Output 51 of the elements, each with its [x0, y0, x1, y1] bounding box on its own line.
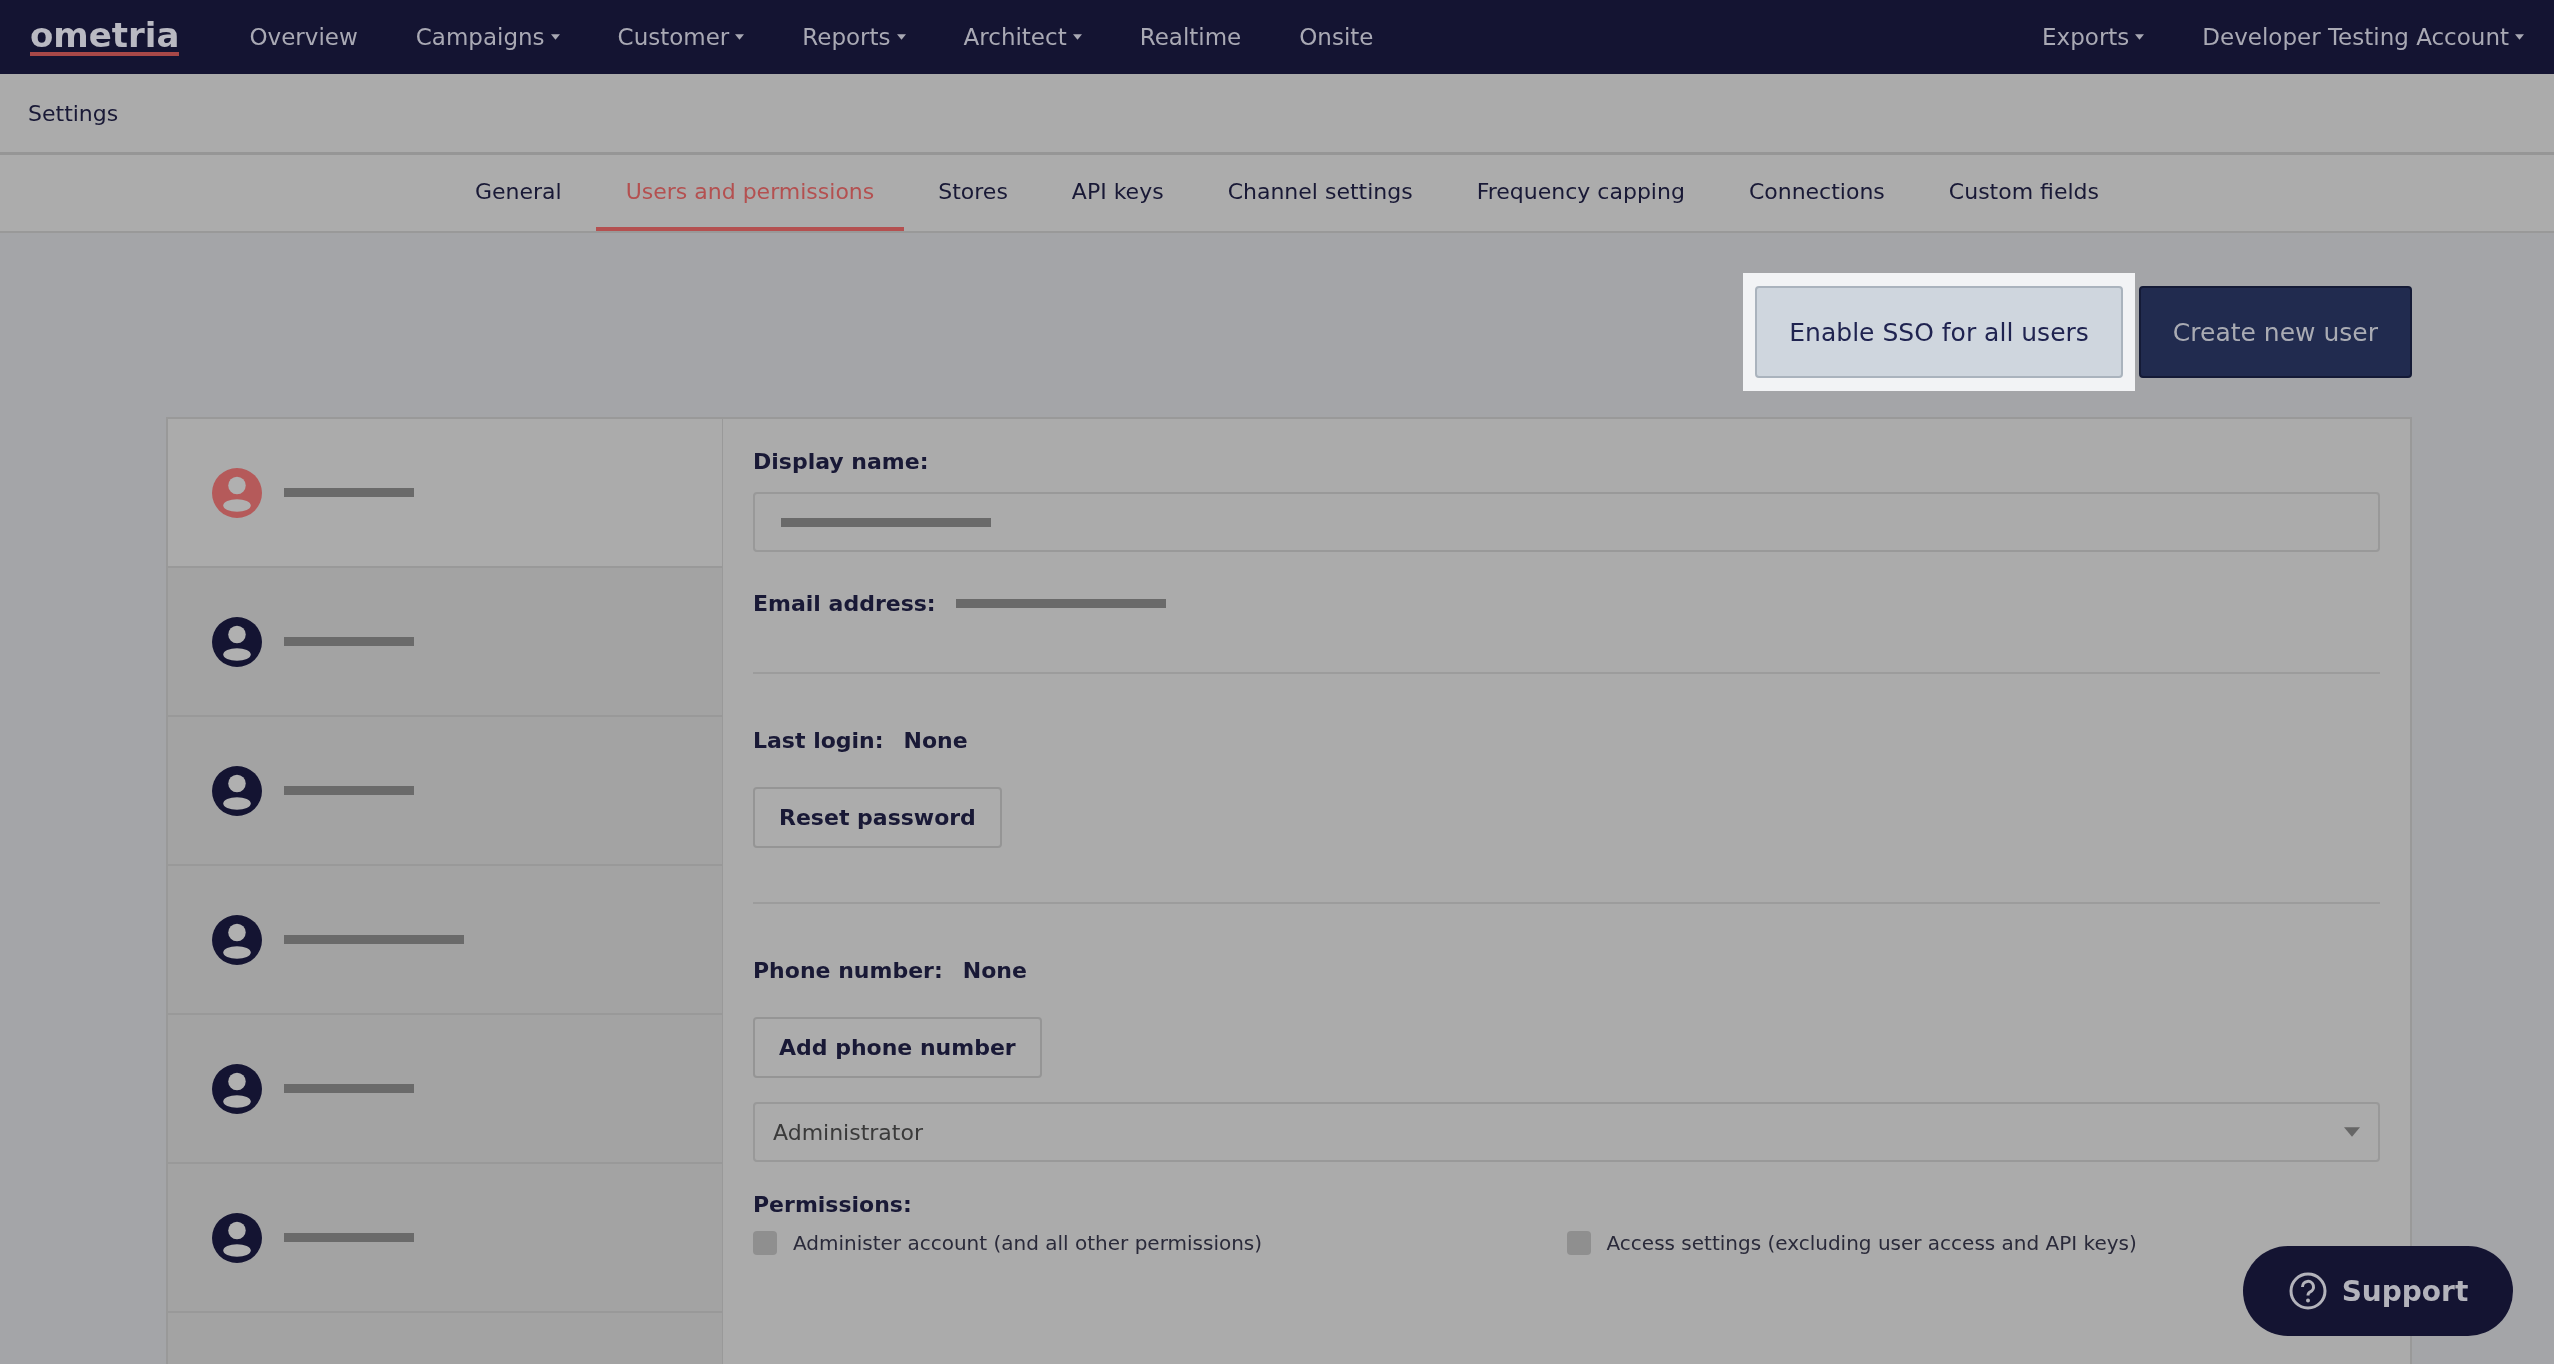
- field-label: Phone number:: [753, 958, 943, 983]
- caret-icon: [2135, 34, 2145, 40]
- nav-menu-item[interactable]: Realtime: [1139, 24, 1242, 50]
- nav-menu-item[interactable]: Architect: [963, 24, 1082, 50]
- role-dropdown[interactable]: Administrator: [753, 1102, 2380, 1162]
- settings-tab[interactable]: Connections: [1718, 155, 1915, 231]
- nav-menu-item[interactable]: Campaigns: [415, 24, 560, 50]
- caret-icon: [735, 34, 745, 40]
- nav-menu-item[interactable]: Onsite: [1299, 24, 1374, 50]
- nav-menu-item[interactable]: Developer Testing Account: [2202, 24, 2524, 50]
- caret-icon: [896, 34, 906, 40]
- enable-sso-button[interactable]: Enable SSO for all users: [1755, 286, 2123, 378]
- caret-icon: [2515, 34, 2524, 40]
- nav-menu-item[interactable]: Overview: [249, 24, 358, 50]
- phone-value: None: [962, 958, 1027, 983]
- permission-label: Access settings (excluding user access and API keys): [1606, 1231, 2137, 1255]
- user-avatar-icon: [212, 765, 262, 816]
- user-list-item[interactable]: [168, 419, 722, 568]
- user-avatar-icon: [212, 1212, 262, 1263]
- last-login-value: None: [903, 728, 968, 753]
- settings-tab[interactable]: General: [444, 155, 592, 231]
- field-label: Permissions:: [753, 1192, 912, 1217]
- settings-tab[interactable]: Frequency capping: [1446, 155, 1715, 231]
- create-user-button[interactable]: Create new user: [2138, 286, 2412, 378]
- permission-label: Administer account (and all other permissions): [793, 1231, 1263, 1255]
- user-avatar-icon: [212, 467, 262, 518]
- settings-tab[interactable]: Channel settings: [1197, 155, 1443, 231]
- help-icon: [2287, 1271, 2328, 1311]
- checkbox[interactable]: [1566, 1231, 1591, 1255]
- caret-icon: [1072, 34, 1082, 40]
- user-avatar-icon: [212, 616, 262, 667]
- display-name-field[interactable]: [753, 492, 2380, 552]
- field-label: Last login:: [753, 728, 884, 753]
- checkbox[interactable]: [753, 1231, 777, 1255]
- reset-password-button[interactable]: Reset password: [753, 787, 1002, 848]
- add-phone-button[interactable]: Add phone number: [753, 1017, 1042, 1078]
- caret-icon: [550, 34, 560, 40]
- ometria-logo[interactable]: ometria: [30, 18, 180, 56]
- support-button[interactable]: Support: [2243, 1246, 2513, 1336]
- nav-menu-item[interactable]: Reports: [802, 24, 906, 50]
- caret-icon: [2344, 1127, 2360, 1137]
- field-label: Email address:: [753, 590, 936, 616]
- settings-tab[interactable]: API keys: [1041, 155, 1194, 231]
- settings-tab[interactable]: Stores: [908, 155, 1038, 231]
- nav-menu-item[interactable]: Customer: [617, 24, 745, 50]
- user-avatar-icon: [212, 914, 262, 965]
- field-label: Display name:: [753, 449, 929, 474]
- nav-menu-item[interactable]: Exports: [2042, 24, 2145, 50]
- user-avatar-icon: [212, 1063, 262, 1114]
- page-title: Settings: [28, 100, 119, 126]
- settings-tab[interactable]: Custom fields: [1918, 155, 2130, 231]
